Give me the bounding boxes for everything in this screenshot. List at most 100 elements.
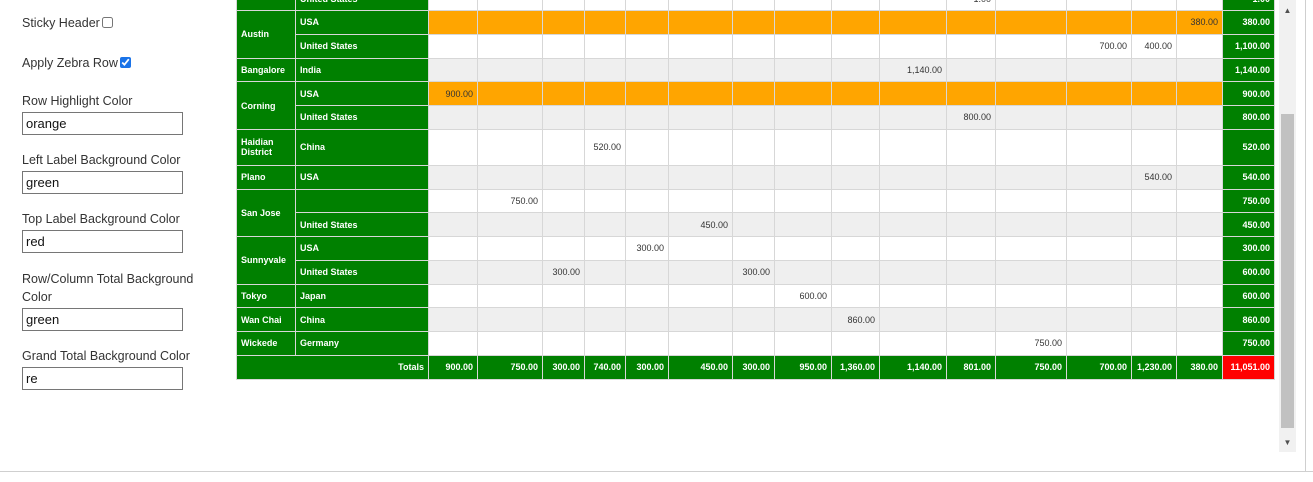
city-label: Bangalore — [236, 57, 296, 83]
column-total-cell: 700.00 — [1066, 354, 1132, 380]
value-cell — [1066, 331, 1132, 356]
value-cell — [542, 283, 585, 309]
city-label: Haidian District — [236, 128, 296, 166]
value-cell — [995, 212, 1067, 237]
top-label-bg-color-input[interactable] — [22, 230, 183, 253]
value-cell — [428, 331, 478, 356]
value-cell — [428, 57, 478, 83]
value-cell — [1131, 259, 1177, 285]
value-cell — [995, 188, 1067, 214]
value-cell — [668, 236, 733, 261]
value-cell — [477, 164, 543, 190]
table-row: United States 1.00 1.00 — [237, 0, 1275, 11]
value-cell: 450.00 — [668, 212, 733, 237]
value-cell — [1176, 81, 1223, 106]
value-cell — [995, 57, 1067, 83]
scroll-down-icon[interactable]: ▼ — [1279, 436, 1296, 450]
value-cell — [879, 128, 947, 166]
value-cell — [879, 164, 947, 190]
divider-right — [1305, 0, 1306, 472]
zebra-row-option: Apply Zebra Row — [22, 56, 131, 70]
left-label-bg-color-input[interactable] — [22, 171, 183, 194]
table-row: United States 300.00 300.00 600.00 — [237, 259, 1275, 285]
row-total-cell: 750.00 — [1222, 331, 1275, 356]
value-cell — [668, 105, 733, 130]
column-total-cell: 300.00 — [625, 354, 669, 380]
value-cell — [774, 212, 832, 237]
pivot-grid-viewport[interactable]: Japan350.00350.00USA290.00290.00United S… — [236, 0, 1277, 452]
scroll-up-icon[interactable]: ▲ — [1279, 4, 1296, 18]
value-cell — [831, 188, 880, 214]
value-cell — [428, 236, 478, 261]
value-cell — [477, 105, 543, 130]
row-total-cell: 380.00 — [1222, 10, 1275, 35]
value-cell — [542, 128, 585, 166]
left-label-bg-color-field: Left Label Background Color — [22, 151, 222, 194]
value-cell — [879, 283, 947, 309]
value-cell — [625, 57, 669, 83]
value-cell — [995, 0, 1067, 11]
value-cell — [879, 81, 947, 106]
value-cell — [625, 259, 669, 285]
country-label: India — [295, 57, 429, 83]
grand-total-bg-color-input[interactable] — [22, 367, 183, 390]
table-row: Sunnyvale USA 300.00 300.00 — [236, 236, 1275, 285]
country-label: United States — [295, 33, 429, 59]
value-cell — [625, 164, 669, 190]
value-cell — [831, 236, 880, 261]
column-total-cell: 1,230.00 — [1131, 354, 1177, 380]
row-column-total-bg-color-input[interactable] — [22, 308, 183, 331]
column-total-cell: 950.00 — [774, 354, 832, 380]
row-highlight-color-input[interactable] — [22, 112, 183, 135]
left-label-bg-color-label: Left Label Background Color — [22, 153, 181, 167]
city-label: Tokyo — [236, 283, 296, 309]
row-total-cell: 1,140.00 — [1222, 57, 1275, 83]
value-cell — [428, 105, 478, 130]
value-cell — [732, 0, 775, 11]
value-cell — [1176, 33, 1223, 59]
value-cell — [584, 57, 626, 83]
value-cell — [477, 236, 543, 261]
value-cell: 300.00 — [732, 259, 775, 285]
city-label: San Jose — [236, 188, 296, 237]
value-cell — [831, 331, 880, 356]
vertical-scrollbar[interactable]: ▲ ▼ — [1279, 0, 1296, 452]
value-cell — [732, 33, 775, 59]
city-label: Wickede — [236, 331, 296, 356]
value-cell — [625, 331, 669, 356]
value-cell — [584, 331, 626, 356]
value-cell — [774, 105, 832, 130]
value-cell — [584, 81, 626, 106]
column-total-cell: 740.00 — [584, 354, 626, 380]
value-cell — [732, 105, 775, 130]
value-cell — [732, 331, 775, 356]
value-cell — [584, 236, 626, 261]
value-cell — [542, 212, 585, 237]
value-cell — [428, 307, 478, 332]
sticky-header-checkbox[interactable] — [101, 17, 113, 28]
value-cell: 750.00 — [995, 331, 1067, 356]
value-cell — [625, 128, 669, 166]
value-cell — [1066, 164, 1132, 190]
country-label: Japan — [295, 283, 429, 309]
value-cell — [584, 33, 626, 59]
table-row: Corning USA 900.00 900.00 — [236, 81, 1275, 130]
value-cell — [1066, 212, 1132, 237]
value-cell — [668, 307, 733, 332]
value-cell — [831, 105, 880, 130]
scroll-thumb[interactable] — [1281, 114, 1294, 428]
divider-bottom — [0, 471, 1313, 472]
row-total-cell: 860.00 — [1222, 307, 1275, 332]
value-cell — [668, 10, 733, 35]
zebra-row-checkbox[interactable] — [119, 57, 131, 68]
row-total-cell: 1.00 — [1222, 0, 1275, 11]
value-cell — [1176, 0, 1223, 11]
value-cell — [477, 128, 543, 166]
value-cell — [542, 164, 585, 190]
value-cell — [477, 307, 543, 332]
value-cell — [1176, 57, 1223, 83]
value-cell — [995, 307, 1067, 332]
country-label: United States — [295, 259, 429, 285]
row-total-cell: 520.00 — [1222, 128, 1275, 166]
value-cell — [668, 33, 733, 59]
